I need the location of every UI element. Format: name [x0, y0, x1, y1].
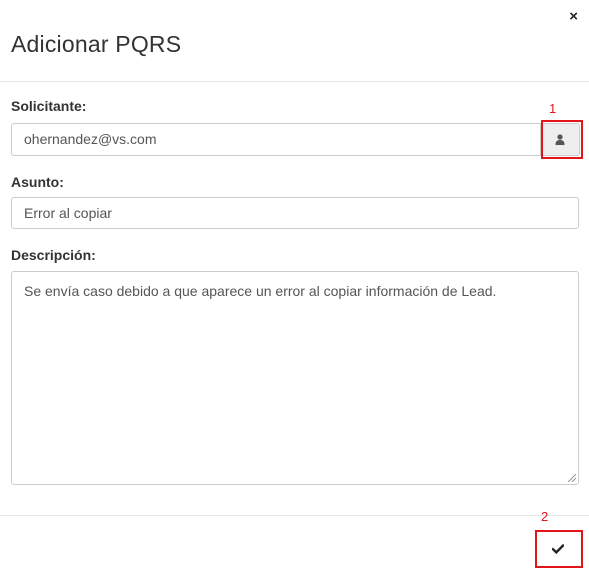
- solicitante-input-group: ohernandez@vs.com: [11, 123, 580, 156]
- highlight-box-2: [535, 530, 583, 568]
- descripcion-label: Descripción:: [11, 247, 96, 263]
- solicitante-label: Solicitante:: [11, 98, 87, 114]
- asunto-label: Asunto:: [11, 174, 64, 190]
- asunto-input[interactable]: Error al copiar: [11, 197, 579, 229]
- add-pqrs-modal: × Adicionar PQRS Solicitante: 1 ohernand…: [0, 0, 589, 574]
- resize-handle[interactable]: [568, 474, 576, 482]
- close-button[interactable]: ×: [569, 9, 578, 25]
- descripcion-text: Se envía caso debido a que aparece un er…: [24, 283, 497, 299]
- annotation-marker-2: 2: [541, 509, 549, 524]
- footer-divider: [0, 515, 589, 516]
- header-divider: [0, 81, 589, 82]
- highlight-box-1: [541, 120, 583, 159]
- solicitante-input[interactable]: ohernandez@vs.com: [11, 123, 541, 156]
- modal-title: Adicionar PQRS: [11, 31, 182, 57]
- annotation-marker-1: 1: [549, 101, 557, 116]
- descripcion-textarea[interactable]: Se envía caso debido a que aparece un er…: [11, 271, 579, 485]
